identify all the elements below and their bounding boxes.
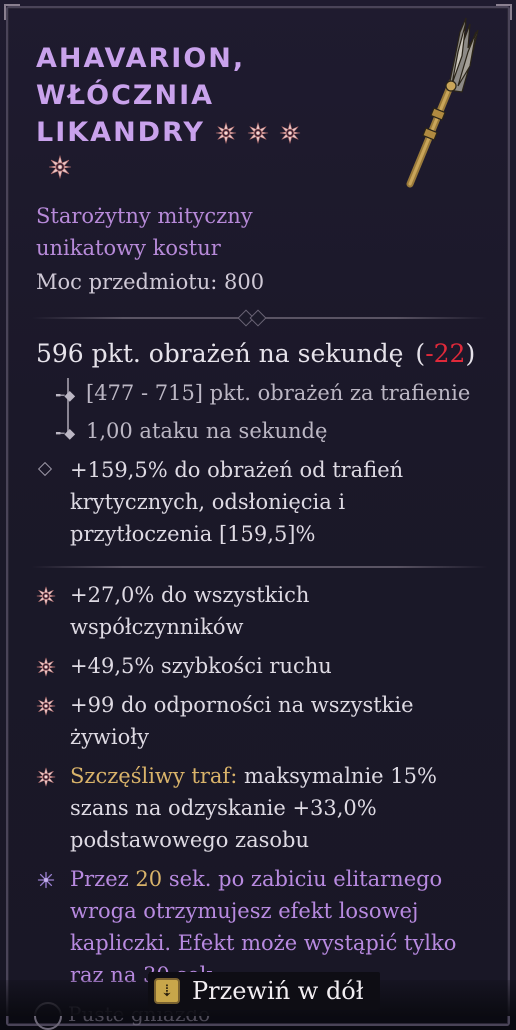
attack-speed-row: ╾◆ 1,00 ataku na sekundę xyxy=(56,416,327,449)
dps-value: 596 pkt. obrażeń na sekundę xyxy=(36,339,404,368)
mythic-star-icon xyxy=(215,122,237,144)
affix-row: +49,5% szybkości ruchu xyxy=(36,650,481,682)
mythic-star-icon xyxy=(48,155,72,179)
item-tooltip: Ahavarion, Włócznia Likandry xyxy=(0,0,516,1030)
dps-delta: -22 xyxy=(425,339,466,368)
diamond-bullet-icon xyxy=(37,461,53,477)
dps-comparison: (-22) xyxy=(415,339,475,368)
item-rarity-type: Starożytny mityczny unikatowy kostur xyxy=(36,200,316,264)
mythic-star-icon xyxy=(36,586,56,606)
item-name-line: Ahavarion, xyxy=(36,43,246,74)
item-name-line: Włócznia xyxy=(36,80,215,111)
scroll-down-label: Przewiń w dół xyxy=(192,977,364,1005)
unique-power-icon xyxy=(37,871,55,889)
paren-open: ( xyxy=(415,339,426,368)
paren-close: ) xyxy=(465,339,476,368)
tree-arrow-icon: ╾◆ xyxy=(56,388,76,404)
affix-text: Szczęśliwy traf: maksymalnie 15% szans n… xyxy=(70,760,481,856)
implicit-affix: +159,5% do obrażeń od trafień krytycznyc… xyxy=(36,454,481,550)
mythic-star-icon xyxy=(247,122,269,144)
tree-arrow-icon: ╾◆ xyxy=(56,426,76,442)
section-divider xyxy=(32,566,487,568)
key-icon: ⇣ xyxy=(154,978,180,1004)
mythic-star-icon xyxy=(36,657,56,677)
affix-label: Szczęśliwy traf: xyxy=(70,764,238,788)
affix-row: Szczęśliwy traf: maksymalnie 15% szans n… xyxy=(36,760,481,856)
item-name: Ahavarion, Włócznia Likandry xyxy=(36,40,366,151)
implicit-text: +159,5% do obrażeń od trafień krytycznyc… xyxy=(70,458,404,546)
frame-corner xyxy=(4,4,20,20)
attack-speed: 1,00 ataku na sekundę xyxy=(86,419,328,443)
unique-power-part: Przez xyxy=(70,867,129,891)
damage-range-row: ╾◆ [477 - 715] pkt. obrażeń za trafienie xyxy=(56,378,470,411)
item-power: Moc przedmiotu: 800 xyxy=(36,270,265,294)
frame-corner xyxy=(496,4,512,20)
scroll-down-button[interactable]: ⇣ Przewiń w dół xyxy=(148,972,380,1010)
section-divider xyxy=(32,309,487,327)
affix-text: +99 do odporności na wszystkie żywioły xyxy=(70,693,414,749)
item-name-line: Likandry xyxy=(36,117,205,148)
damage-per-second: 596 pkt. obrażeń na sekundę (-22) xyxy=(36,336,475,372)
mythic-star-icon xyxy=(36,767,56,787)
unique-power-number: 20 xyxy=(135,867,163,891)
item-name-line-with-stars: Likandry xyxy=(36,114,366,151)
damage-range: [477 - 715] pkt. obrażeń za trafienie xyxy=(86,381,471,405)
staff-weapon-icon xyxy=(406,17,479,188)
mythic-star-icon xyxy=(36,696,56,716)
affix-text: +49,5% szybkości ruchu xyxy=(70,654,332,678)
affix-row: +27,0% do wszystkich współczynników xyxy=(36,579,481,643)
type-line: unikatowy kostur xyxy=(36,236,221,260)
rarity-line: Starożytny mityczny xyxy=(36,204,253,228)
mythic-star-icon xyxy=(279,122,301,144)
affix-text: +27,0% do wszystkich współczynników xyxy=(70,583,310,639)
affix-row: +99 do odporności na wszystkie żywioły xyxy=(36,689,481,753)
